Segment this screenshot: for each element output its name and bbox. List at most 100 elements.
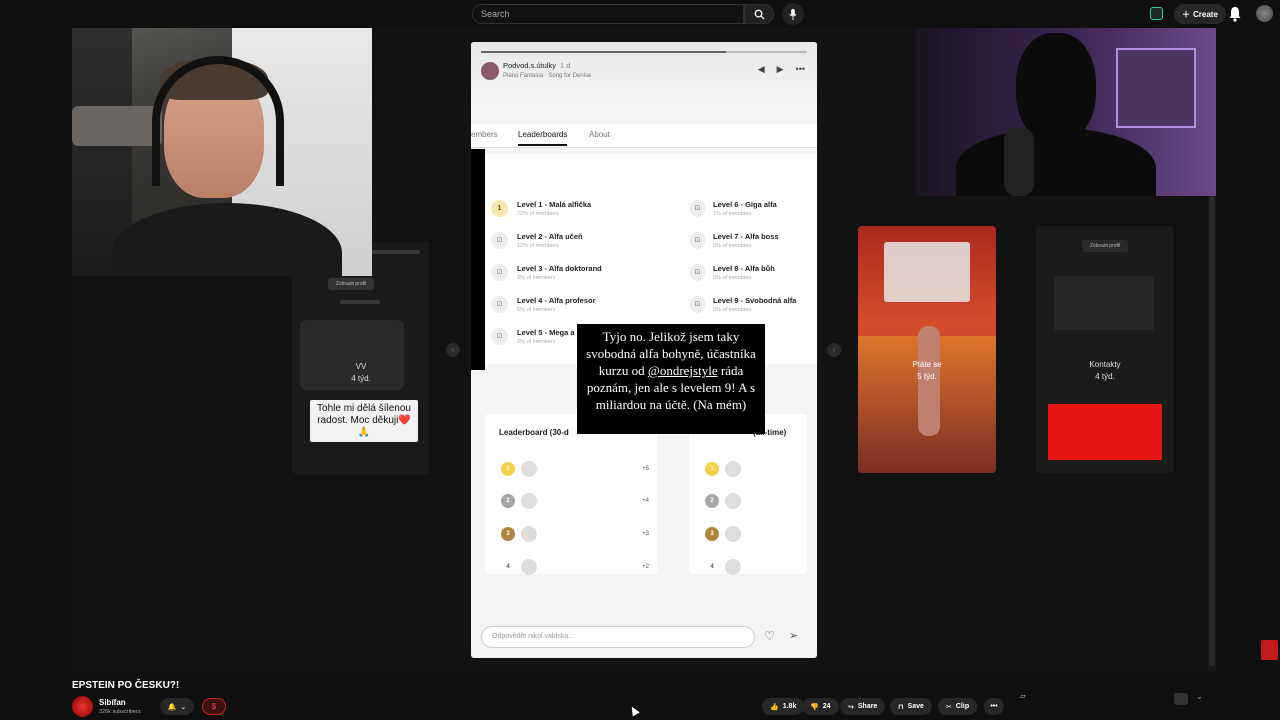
level-badge: 1 [491, 200, 508, 217]
share-button[interactable]: ↪ Share [840, 698, 886, 715]
tab-leaderboards: Leaderboards [518, 130, 568, 146]
rank-badge: 1 [501, 462, 515, 476]
points: +4 [642, 498, 649, 504]
dislike-button[interactable]: 👎 24 [802, 698, 839, 715]
webcam-right [916, 28, 1216, 196]
next-story-arrow[interactable]: › [827, 343, 841, 357]
tab-members: embers [471, 130, 498, 139]
search-icon [754, 9, 765, 20]
mic-icon [789, 8, 797, 20]
like-button[interactable]: 👍 1.8k [762, 698, 805, 715]
rank-badge: 2 [501, 494, 515, 508]
level-item: Level 7 - Alfa boss 0% of members [713, 232, 779, 249]
thumbs-down-icon: 👎 [810, 703, 819, 711]
story-time: 4 týd. [351, 374, 371, 383]
search-button[interactable] [744, 4, 774, 24]
scrollbar[interactable] [1208, 196, 1216, 672]
level-item: Level 3 - Alfa doktorand 8% of members [517, 264, 602, 281]
story-username: Podvod.s.útulky 1 d [503, 61, 571, 70]
avatar [521, 493, 537, 509]
tab-about: About [589, 130, 610, 139]
prev-story-arrow[interactable]: ‹ [446, 343, 460, 357]
more-icon[interactable]: ••• [796, 64, 805, 75]
create-label: Create [1193, 9, 1218, 19]
level-item: Level 9 - Svobodná alfa 0% of members [713, 296, 797, 313]
avatar [521, 559, 537, 575]
rank-badge: 1 [705, 462, 719, 476]
channel-logo-icon[interactable]: ▱ [1020, 692, 1036, 704]
bookmark-icon: ⊓ [898, 703, 904, 711]
story-user: VV [355, 362, 367, 371]
avatar [521, 461, 537, 477]
lock-icon: ⊡ [689, 232, 706, 249]
lock-icon: ⊡ [491, 296, 508, 313]
extension-icon[interactable] [1150, 7, 1163, 20]
bell-icon: 🔔 [167, 703, 177, 711]
lock-icon: ⊡ [491, 232, 508, 249]
level-item: Level 4 - Alfa profesor 5% of members [517, 296, 596, 313]
subscribe-bell-button[interactable]: 🔔 ⌄ [160, 698, 194, 715]
instagram-story: Podvod.s.útulky 1 d Piano Fantasia · Song… [471, 42, 817, 658]
rank-badge: 3 [501, 527, 515, 541]
rank-badge: 4 [710, 564, 714, 570]
bell-icon[interactable] [1228, 6, 1242, 22]
subscriber-count: 326k subscribers [99, 709, 141, 715]
channel-avatar[interactable] [72, 696, 93, 717]
profile-tag: Zobrazit profil [328, 278, 374, 290]
side-story-right: Zobrazit profil Kontakty 4 týd. [1036, 226, 1174, 473]
share-icon: ↪ [848, 703, 854, 711]
chevron-down-icon: ⌄ [180, 703, 187, 711]
level-item: Level 8 - Alfa bůh 0% of members [713, 264, 775, 281]
profile-tag: Zobrazit profil [1082, 240, 1128, 252]
level-item: Level 2 - Alfa učeň 12% of members [517, 232, 583, 249]
chevron-down-icon[interactable]: ⌄ [1196, 692, 1203, 701]
video-player[interactable]: Zobrazit profil VV 4 týd. Tohle mi dělá … [72, 28, 1216, 672]
avatar [725, 493, 741, 509]
profile-avatar[interactable] [1256, 5, 1273, 22]
story-progress [481, 51, 807, 53]
community-tabs: embers Leaderboards About [471, 124, 817, 148]
story-caption: Tohle mi dělá šílenou radost. Moc děkuji… [310, 400, 418, 442]
webcam-left [72, 28, 372, 276]
share-icon[interactable] [1174, 693, 1188, 705]
lock-icon: ⊡ [689, 200, 706, 217]
membership-button[interactable]: $ [202, 698, 226, 715]
level-item: Level 6 - Giga alfa 1% of members [713, 200, 777, 217]
rank-badge: 3 [705, 527, 719, 541]
rank-badge: 2 [705, 494, 719, 508]
voice-search-button[interactable] [782, 3, 804, 25]
level-item: Level 1 - Malá alfička 72% of members [517, 200, 592, 217]
level-item: Level 5 - Mega a 2% of members [517, 328, 575, 345]
points: +3 [642, 531, 649, 537]
play-icon[interactable]: ▶ [777, 64, 784, 75]
search-input[interactable]: Search [472, 4, 744, 24]
save-button[interactable]: ⊓ Save [890, 698, 932, 715]
video-frame: Zobrazit profil VV 4 týd. Tohle mi dělá … [72, 28, 1216, 672]
leaderboard-30d: Leaderboard (30-d 1 +5 2 +4 3 +3 4 +2 [485, 414, 657, 575]
avatar [725, 559, 741, 575]
floating-widget-icon[interactable] [1261, 640, 1278, 660]
heart-icon[interactable]: ♡ [764, 629, 775, 643]
story-time: 5 týd. [917, 372, 937, 381]
story-text-overlay: Tyjo no. Jelikož jsem taky svobodná alfa… [577, 324, 765, 434]
story-title: Ptáte se [912, 360, 942, 369]
plus-icon: ＋ [1182, 9, 1190, 19]
contact-box [1048, 404, 1162, 460]
side-panel-header: ▱ ⌄ [1012, 688, 1212, 720]
mention-link: @ondrejstyle [647, 363, 718, 378]
leaderboard-all-time: (all-time) 1 2 3 4 [689, 414, 807, 575]
scissors-icon: ✂ [946, 703, 952, 711]
points: +5 [642, 466, 649, 472]
top-bar: Search ＋ Create [0, 0, 1280, 28]
leaderboard-title: Leaderboard (30-d [499, 428, 569, 437]
clip-button[interactable]: ✂ Clip [938, 698, 978, 715]
story-time: 4 týd. [1095, 372, 1115, 381]
story-reply-input[interactable]: Odpovědět nikol.valdska... [481, 626, 755, 648]
send-icon[interactable]: ➢ [789, 629, 798, 642]
avatar [725, 526, 741, 542]
avatar [521, 526, 537, 542]
channel-name[interactable]: Sibífan [99, 698, 126, 707]
create-button[interactable]: ＋ Create [1174, 4, 1226, 24]
mute-icon[interactable]: ◀ [758, 64, 765, 75]
more-button[interactable]: ••• [984, 698, 1004, 715]
